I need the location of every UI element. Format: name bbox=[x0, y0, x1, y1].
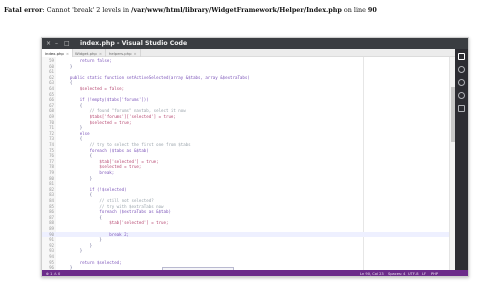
debug-icon[interactable] bbox=[458, 92, 465, 99]
minimize-window-icon[interactable]: – bbox=[55, 40, 58, 47]
title-bar: × – □ index.php - Visual Studio Code bbox=[42, 38, 468, 49]
problems-indicator[interactable]: ⊗ 1 ⚠ 0 bbox=[46, 272, 60, 276]
tab-helpers-php[interactable]: helpers.php × bbox=[106, 49, 141, 57]
eol-indicator[interactable]: LF bbox=[422, 272, 426, 276]
close-window-icon[interactable]: × bbox=[46, 40, 51, 47]
indentation-setting[interactable]: Spaces: 4 bbox=[388, 272, 405, 276]
cursor-position[interactable]: Ln 90, Col 23 bbox=[360, 272, 384, 276]
extensions-icon[interactable] bbox=[458, 105, 465, 112]
fatal-error-label: Fatal error bbox=[4, 6, 43, 14]
tab-label: Widget.php bbox=[75, 51, 97, 56]
fatal-error-online: on line bbox=[341, 6, 368, 14]
language-mode[interactable]: PHP bbox=[431, 272, 438, 276]
tab-widget-php[interactable]: Widget.php × bbox=[72, 49, 106, 57]
fatal-error-line: 90 bbox=[367, 6, 377, 14]
vscode-window: × – □ index.php - Visual Studio Code ind… bbox=[41, 37, 469, 277]
fatal-error-path: /var/www/html/library/WidgetFramework/He… bbox=[131, 6, 342, 14]
search-icon[interactable] bbox=[458, 66, 465, 73]
fatal-error-text: : Cannot 'break' 2 levels in bbox=[42, 6, 132, 14]
code-editor[interactable]: 59 return false; 60 } 61 62 public static f… bbox=[42, 57, 451, 274]
close-tab-icon[interactable]: × bbox=[99, 51, 102, 56]
encoding-indicator[interactable]: UTF-8 bbox=[408, 272, 418, 276]
activity-bar bbox=[455, 49, 468, 270]
maximize-window-icon[interactable]: □ bbox=[64, 40, 70, 47]
tab-label: index.php bbox=[45, 51, 64, 56]
files-icon[interactable] bbox=[458, 53, 465, 60]
tab-label: helpers.php bbox=[109, 51, 132, 56]
window-title: index.php - Visual Studio Code bbox=[80, 40, 188, 47]
status-bar: ⊗ 1 ⚠ 0 Ln 90, Col 23 Spaces: 4 UTF-8 LF… bbox=[42, 270, 468, 276]
editor-tab-bar: index.php × Widget.php × helpers.php × bbox=[42, 49, 468, 57]
close-tab-icon[interactable]: × bbox=[66, 51, 69, 56]
close-tab-icon[interactable]: × bbox=[134, 51, 137, 56]
fatal-error-message: Fatal error: Cannot 'break' 2 levels in … bbox=[4, 6, 377, 14]
tab-index-php[interactable]: index.php × bbox=[42, 49, 74, 57]
source-control-icon[interactable] bbox=[458, 79, 465, 86]
